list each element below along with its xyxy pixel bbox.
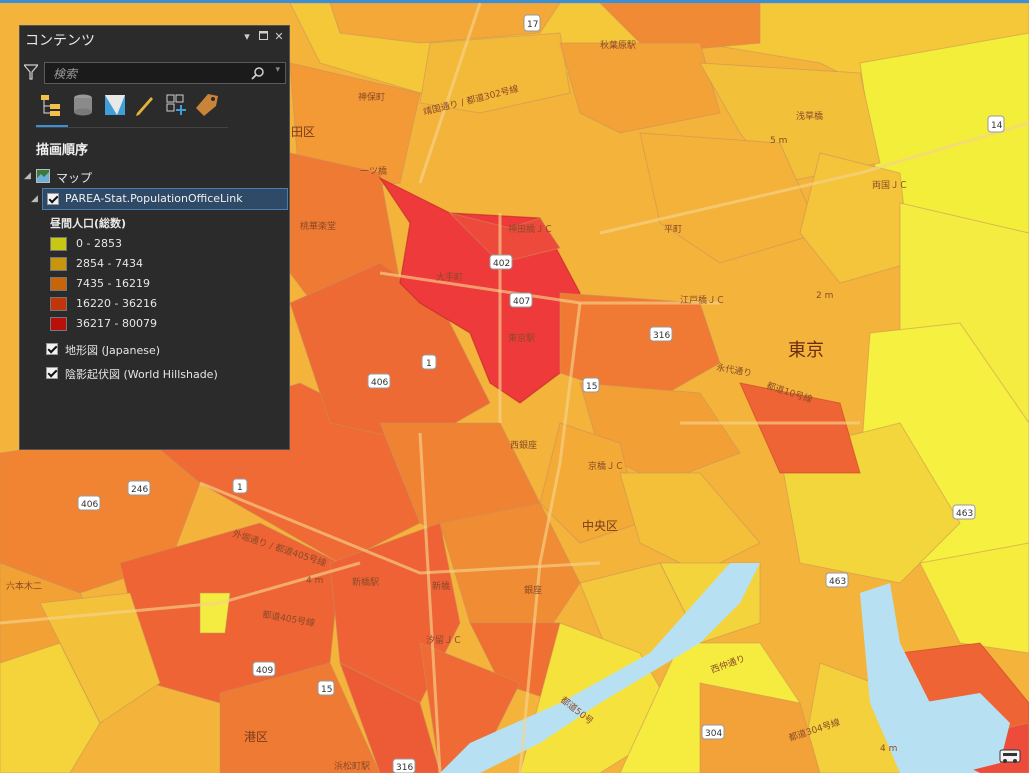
svg-text:407: 407 bbox=[513, 297, 530, 307]
list-by-editing-icon[interactable] bbox=[132, 92, 158, 118]
list-by-snapping-icon[interactable] bbox=[164, 92, 190, 118]
svg-text:246: 246 bbox=[131, 485, 148, 495]
search-row: ▾ bbox=[24, 62, 286, 84]
svg-text:406: 406 bbox=[81, 500, 98, 510]
map-icon bbox=[36, 169, 50, 183]
contents-toolbar bbox=[34, 92, 234, 122]
collapse-arrow-icon[interactable]: ◢ bbox=[31, 194, 38, 204]
svg-text:汐留ＪＣ: 汐留ＪＣ bbox=[426, 634, 462, 646]
svg-text:大手町: 大手町 bbox=[436, 271, 463, 283]
layer-visibility-checkbox[interactable] bbox=[47, 193, 59, 205]
legend-label: 16220 - 36216 bbox=[76, 297, 157, 310]
list-by-data-source-icon[interactable] bbox=[70, 92, 96, 118]
svg-text:東京: 東京 bbox=[788, 340, 824, 361]
svg-text:463: 463 bbox=[829, 577, 846, 587]
layer-visibility-checkbox[interactable] bbox=[46, 343, 58, 355]
list-by-labeling-icon[interactable] bbox=[194, 92, 220, 118]
legend-swatch bbox=[50, 317, 67, 331]
svg-text:304: 304 bbox=[705, 729, 722, 739]
map-corner-tool-icon[interactable] bbox=[999, 747, 1021, 765]
contents-pane: コンテンツ ▾ ✕ ▾ bbox=[19, 25, 290, 450]
svg-text:17: 17 bbox=[527, 20, 538, 30]
svg-text:15: 15 bbox=[321, 685, 332, 695]
svg-text:409: 409 bbox=[256, 666, 273, 676]
svg-text:西銀座: 西銀座 bbox=[510, 439, 537, 451]
layer-row-population[interactable]: ◢ PAREA-Stat.PopulationOfficeLink bbox=[31, 188, 288, 210]
svg-text:新橋駅: 新橋駅 bbox=[352, 576, 379, 588]
svg-text:1: 1 bbox=[426, 359, 432, 369]
svg-text:東京駅: 東京駅 bbox=[508, 332, 535, 344]
collapse-arrow-icon[interactable]: ◢ bbox=[24, 171, 31, 181]
svg-text:5 m: 5 m bbox=[770, 136, 787, 146]
svg-text:316: 316 bbox=[653, 331, 670, 341]
svg-text:港区: 港区 bbox=[244, 730, 268, 744]
legend-swatch bbox=[50, 277, 67, 291]
svg-text:銀座: 銀座 bbox=[524, 584, 542, 596]
svg-text:京橋ＪＣ: 京橋ＪＣ bbox=[588, 460, 624, 472]
svg-text:江戸橋ＪＣ: 江戸橋ＪＣ bbox=[680, 294, 725, 306]
legend-swatch bbox=[50, 257, 67, 271]
legend-label: 7435 - 16219 bbox=[76, 277, 150, 290]
svg-text:田区: 田区 bbox=[291, 125, 315, 139]
pane-header: コンテンツ ▾ ✕ bbox=[20, 26, 289, 50]
pane-options-icon[interactable]: ▾ bbox=[240, 29, 254, 45]
close-icon[interactable]: ✕ bbox=[272, 29, 286, 45]
svg-text:463: 463 bbox=[956, 509, 973, 519]
tree-node-map-label: マップ bbox=[56, 171, 93, 185]
svg-text:桃華楽堂: 桃華楽堂 bbox=[300, 220, 336, 232]
list-by-selection-icon[interactable] bbox=[102, 92, 128, 118]
svg-text:1: 1 bbox=[237, 483, 243, 493]
layer-name: PAREA-Stat.PopulationOfficeLink bbox=[65, 192, 243, 205]
legend-title: 昼間人口(総数) bbox=[50, 217, 127, 230]
legend-swatch bbox=[50, 237, 67, 251]
svg-text:神保町: 神保町 bbox=[358, 91, 385, 103]
svg-text:一ツ橋: 一ツ橋 bbox=[360, 165, 387, 177]
section-title-drawing-order: 描画順序 bbox=[36, 143, 89, 158]
svg-text:浜松町駅: 浜松町駅 bbox=[334, 760, 370, 772]
svg-text:316: 316 bbox=[396, 763, 413, 773]
legend-swatch bbox=[50, 297, 67, 311]
search-icon[interactable] bbox=[251, 66, 265, 80]
svg-text:六本木二: 六本木二 bbox=[6, 580, 42, 592]
legend-label: 0 - 2853 bbox=[76, 237, 122, 250]
svg-text:神田橋ＪＣ: 神田橋ＪＣ bbox=[508, 223, 553, 235]
legend-label: 36217 - 80079 bbox=[76, 317, 157, 330]
svg-text:両国ＪＣ: 両国ＪＣ bbox=[872, 180, 908, 191]
svg-text:浅草橋: 浅草橋 bbox=[796, 110, 823, 122]
svg-text:14: 14 bbox=[991, 121, 1003, 131]
svg-text:406: 406 bbox=[371, 378, 388, 388]
toolbar-divider bbox=[36, 127, 228, 128]
search-box[interactable]: ▾ bbox=[44, 62, 286, 84]
svg-text:新橋: 新橋 bbox=[432, 580, 450, 592]
filter-icon[interactable] bbox=[24, 64, 38, 80]
svg-text:2 m: 2 m bbox=[816, 291, 833, 301]
maximize-icon[interactable] bbox=[256, 29, 270, 45]
svg-text:中央区: 中央区 bbox=[582, 518, 618, 533]
legend-label: 2854 - 7434 bbox=[76, 257, 143, 270]
svg-text:平町: 平町 bbox=[664, 224, 682, 235]
svg-text:15: 15 bbox=[586, 382, 597, 392]
layer-name: 地形図 (Japanese) bbox=[65, 344, 161, 357]
search-options-chevron-icon[interactable]: ▾ bbox=[275, 65, 280, 75]
pane-title: コンテンツ bbox=[25, 33, 95, 49]
svg-text:4 m: 4 m bbox=[306, 576, 323, 586]
layer-name: 陰影起伏図 (World Hillshade) bbox=[65, 368, 218, 381]
svg-text:4 m: 4 m bbox=[880, 744, 897, 754]
list-by-drawing-order-icon[interactable] bbox=[38, 92, 64, 118]
svg-text:402: 402 bbox=[493, 259, 510, 269]
layer-visibility-checkbox[interactable] bbox=[46, 367, 58, 379]
svg-text:秋葉原駅: 秋葉原駅 bbox=[600, 39, 636, 51]
search-input[interactable] bbox=[51, 64, 245, 84]
